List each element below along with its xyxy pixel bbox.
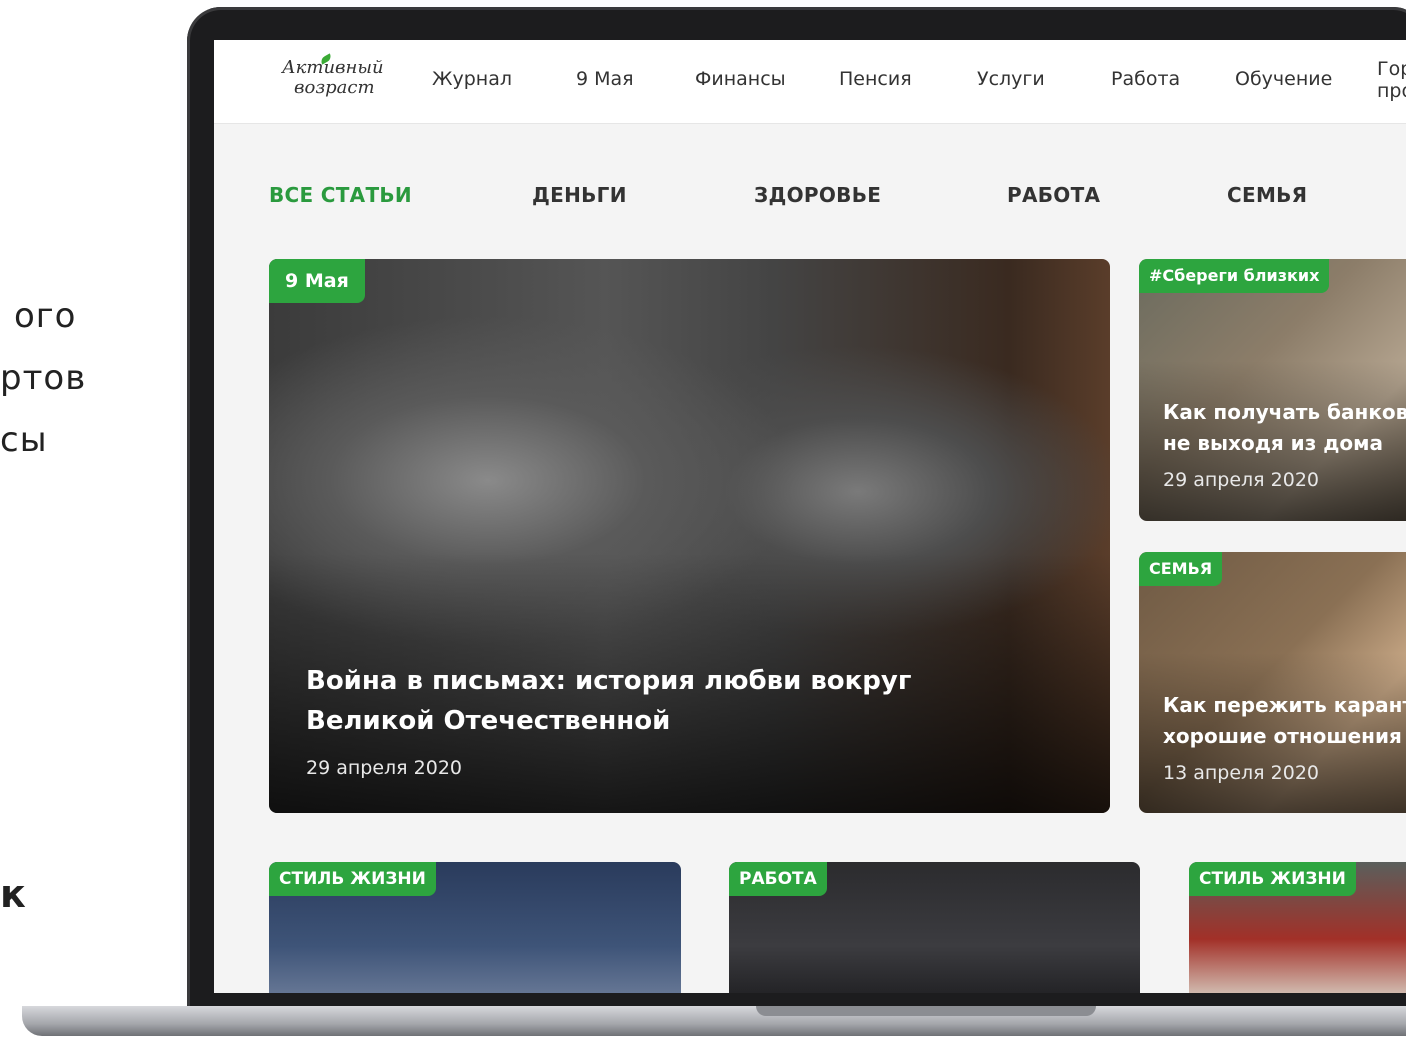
hero-title-line-1: Война в письмах: история любви вокруг	[306, 666, 912, 696]
slide-text-line-2: ртов	[0, 358, 87, 398]
nav-item-pension[interactable]: Пенсия	[839, 68, 912, 90]
slide-text-line-4: к	[0, 872, 27, 916]
nav-item-finance[interactable]: Финансы	[695, 68, 786, 90]
side-card-title[interactable]: Как пережить каранти хорошие отношения в	[1163, 690, 1406, 752]
side-card-title-line-2: хорошие отношения в	[1163, 724, 1406, 748]
side-card-title-line-1: Как получать банковск	[1163, 400, 1406, 424]
side-card-badge[interactable]: СЕМЬЯ	[1139, 552, 1223, 586]
hero-article-title[interactable]: Война в письмах: история любви вокруг Ве…	[306, 661, 1006, 741]
nav-item-city-line-1[interactable]: Гор	[1377, 58, 1406, 80]
laptop-screen: Активный возраст Журнал 9 Мая Финансы Пе…	[214, 40, 1406, 993]
slide-text-line-1: ого	[14, 296, 77, 336]
tab-work[interactable]: РАБОТА	[1007, 183, 1100, 207]
side-card-title-line-2: не выходя из дома	[1163, 431, 1384, 455]
logo-line-2: возраст	[294, 77, 375, 98]
bottom-card-badge[interactable]: РАБОТА	[729, 862, 827, 896]
nav-item-may9[interactable]: 9 Мая	[576, 68, 634, 90]
nav-item-work[interactable]: Работа	[1111, 68, 1180, 90]
nav-item-journal[interactable]: Журнал	[432, 68, 512, 90]
side-card-title[interactable]: Как получать банковск не выходя из дома	[1163, 397, 1406, 459]
tab-family[interactable]: СЕМЬЯ	[1227, 183, 1307, 207]
hero-article-card[interactable]: 9 Мая Война в письмах: история любви вок…	[269, 259, 1110, 813]
nav-item-services[interactable]: Услуги	[977, 68, 1045, 90]
laptop-base	[22, 1006, 1406, 1036]
site-header: Активный возраст Журнал 9 Мая Финансы Пе…	[214, 40, 1406, 124]
hero-title-line-2: Великой Отечественной	[306, 706, 671, 736]
bottom-article-card[interactable]: СТИЛЬ ЖИЗНИ	[1189, 862, 1406, 993]
logo-line-1: Активный	[282, 57, 384, 78]
tab-all-articles[interactable]: ВСЕ СТАТЬИ	[269, 183, 412, 207]
bottom-card-badge[interactable]: СТИЛЬ ЖИЗНИ	[269, 862, 436, 896]
bottom-article-card[interactable]: СТИЛЬ ЖИЗНИ	[269, 862, 681, 993]
nav-item-education[interactable]: Обучение	[1235, 68, 1332, 90]
side-article-card[interactable]: #Сбереги близких Как получать банковск н…	[1139, 259, 1406, 521]
side-article-card[interactable]: СЕМЬЯ Как пережить каранти хорошие отнош…	[1139, 552, 1406, 813]
site-logo[interactable]: Активный возраст	[282, 53, 392, 98]
hero-article-date: 29 апреля 2020	[306, 757, 462, 779]
tab-money[interactable]: ДЕНЬГИ	[532, 183, 627, 207]
slide-text-line-3: сы	[0, 420, 48, 460]
side-card-badge[interactable]: #Сбереги близких	[1139, 259, 1330, 293]
tab-health[interactable]: ЗДОРОВЬЕ	[754, 183, 881, 207]
side-card-date: 13 апреля 2020	[1163, 762, 1319, 784]
nav-item-city-line-2[interactable]: про	[1377, 80, 1406, 102]
side-card-date: 29 апреля 2020	[1163, 469, 1319, 491]
hero-category-badge[interactable]: 9 Мая	[269, 259, 365, 303]
bottom-card-badge[interactable]: СТИЛЬ ЖИЗНИ	[1189, 862, 1356, 896]
laptop-notch	[756, 1006, 1096, 1016]
bottom-article-card[interactable]: РАБОТА	[729, 862, 1140, 993]
side-card-title-line-1: Как пережить каранти	[1163, 693, 1406, 717]
